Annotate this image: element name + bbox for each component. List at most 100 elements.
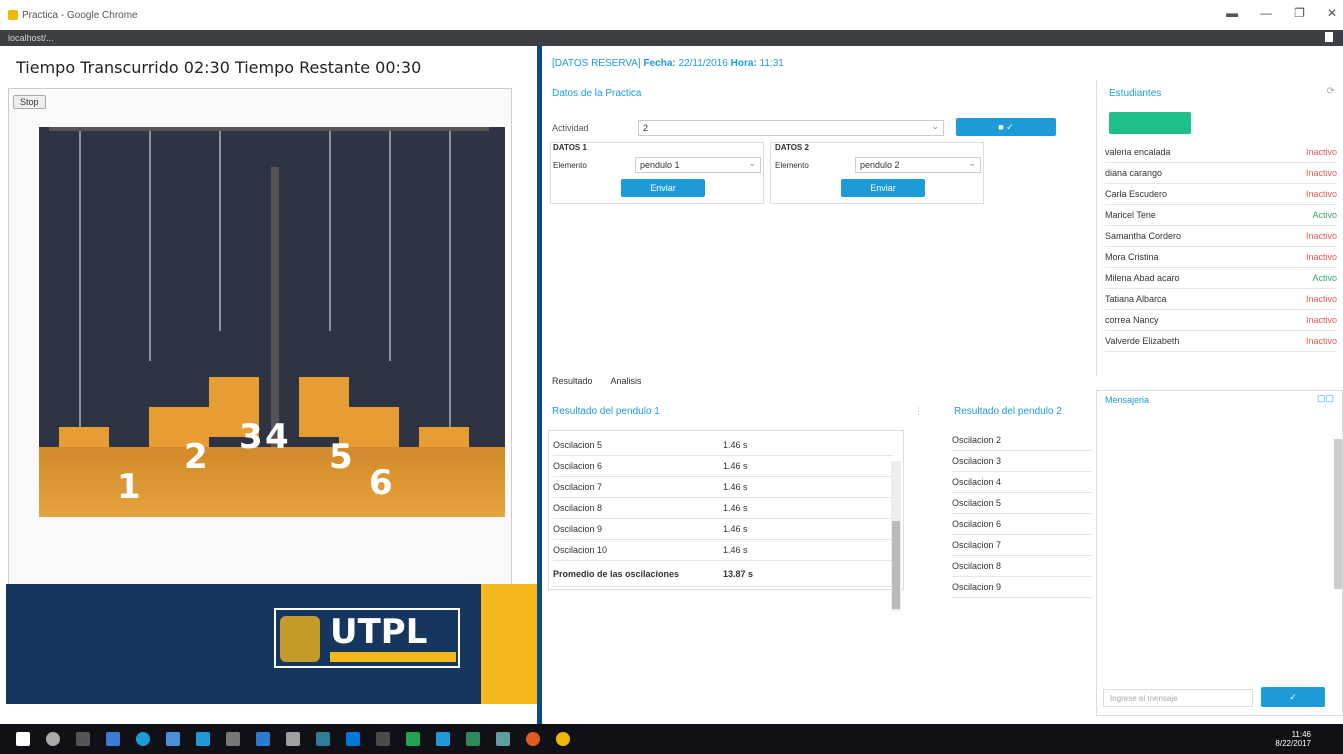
app-icon[interactable] — [136, 732, 150, 746]
chrome-icon[interactable] — [556, 732, 570, 746]
chrome-icon — [8, 10, 18, 20]
maximize-icon[interactable]: ❐ — [1294, 6, 1305, 20]
student-name: Valverde Elizabeth — [1105, 336, 1180, 346]
table-row: Oscilacion 3 — [952, 451, 1092, 472]
enviar1-button[interactable]: Enviar — [621, 179, 705, 197]
title-bar: Practica - Google Chrome ▬ — ❐ ✕ — [0, 0, 1343, 30]
address-bar[interactable]: localhost/... — [0, 30, 1343, 46]
student-row[interactable]: Milena Abad acaro Activo — [1105, 268, 1337, 289]
table-row: Oscilacion 8 — [952, 556, 1092, 577]
refresh-icon[interactable]: ⟳ — [1327, 86, 1335, 97]
menu-icon[interactable] — [1325, 32, 1333, 42]
table-row: Oscilacion 10 1.46 s — [553, 540, 893, 561]
oscillation-value: 1.46 s — [723, 461, 748, 471]
clock[interactable]: 11:46 8/22/2017 — [1275, 730, 1311, 748]
app-icon[interactable] — [106, 732, 120, 746]
add-student-button[interactable] — [1109, 112, 1191, 134]
datos2-box: DATOS 2 Elemento pendulo 2 Enviar — [770, 142, 984, 204]
student-row[interactable]: Valverde Elizabeth Inactivo — [1105, 331, 1337, 352]
chat-title: Mensajeria — [1105, 395, 1150, 405]
send-button[interactable]: ✓ — [1261, 687, 1325, 707]
student-row[interactable]: Samantha Cordero Inactivo — [1105, 226, 1337, 247]
hora-value: 11:31 — [759, 58, 784, 69]
results1-scrollbar[interactable] — [891, 461, 901, 611]
table-row: Oscilacion 5 — [952, 493, 1092, 514]
student-row[interactable]: Mora Cristina Inactivo — [1105, 247, 1337, 268]
app-icon[interactable] — [316, 732, 330, 746]
datos1-box: DATOS 1 Elemento pendulo 1 Enviar — [550, 142, 764, 204]
oscillation-label: Oscilacion 9 — [952, 582, 1002, 592]
student-row[interactable]: valeria encalada Inactivo — [1105, 142, 1337, 163]
minimize-icon[interactable]: — — [1260, 6, 1272, 20]
oscillation-value: 1.46 s — [723, 440, 748, 450]
student-status: Inactivo — [1305, 147, 1337, 157]
oscillation-label: Promedio de las oscilaciones — [553, 568, 680, 579]
stop-button[interactable]: Stop — [13, 95, 46, 109]
app-icon[interactable] — [466, 732, 480, 746]
oscillation-label: Oscilacion 5 — [553, 440, 603, 450]
table-row: Oscilacion 6 1.46 s — [553, 456, 893, 477]
elemento-label: Elemento — [775, 161, 809, 170]
pendulo1-select[interactable]: pendulo 1 — [635, 157, 761, 173]
confirm-button[interactable]: ■ ✓ — [956, 118, 1056, 136]
oscillation-label: Oscilacion 7 — [553, 482, 603, 492]
results1-table: Oscilacion 5 1.46 s Oscilacion 6 1.46 s Osci… — [548, 430, 904, 611]
app-icon[interactable] — [226, 732, 240, 746]
oscillation-value: 1.46 s — [723, 503, 748, 513]
app-icon[interactable] — [196, 732, 210, 746]
pendulo2-select[interactable]: pendulo 2 — [855, 157, 981, 173]
scrollbar-thumb[interactable] — [892, 521, 900, 609]
chat-scrollbar[interactable] — [1334, 439, 1342, 589]
oscillation-label: Oscilacion 8 — [553, 503, 603, 513]
app-icon[interactable] — [256, 732, 270, 746]
account-icon[interactable]: ▬ — [1226, 6, 1238, 20]
video-frame: Stop 1 2 3 4 5 6 — [8, 88, 512, 630]
enviar2-button[interactable]: Enviar — [841, 179, 925, 197]
results1-title: Resultado del pendulo 1 — [552, 406, 660, 417]
app-icon[interactable] — [376, 732, 390, 746]
firefox-icon[interactable] — [526, 732, 540, 746]
pendulum-string — [149, 131, 151, 361]
app-icon[interactable] — [346, 732, 360, 746]
table-row: Oscilacion 9 — [952, 577, 1092, 598]
app-icon[interactable] — [406, 732, 420, 746]
table-row: Oscilacion 7 — [952, 535, 1092, 556]
student-row[interactable]: correa Nancy Inactivo — [1105, 310, 1337, 331]
pendulo2-value: pendulo 2 — [860, 160, 900, 170]
practice-title: Datos de la Practica — [552, 88, 642, 99]
table-row: Promedio de las oscilaciones 13.87 s — [553, 561, 893, 587]
student-status: Inactivo — [1305, 168, 1337, 178]
pendulo1-value: pendulo 1 — [640, 160, 680, 170]
search-icon[interactable] — [46, 732, 60, 746]
tab-resultado[interactable]: Resultado — [552, 376, 593, 386]
student-status: Inactivo — [1305, 336, 1337, 346]
logo-subbar — [330, 652, 456, 662]
app-icon[interactable] — [496, 732, 510, 746]
control-panel: [DATOS RESERVA] Fecha: 22/11/2016 Hora: … — [542, 46, 1343, 724]
video-top-bar — [49, 127, 489, 131]
taskview-icon[interactable] — [76, 732, 90, 746]
actividad-select[interactable]: 2 — [638, 120, 944, 136]
app-icon[interactable] — [286, 732, 300, 746]
chat-input[interactable]: Ingrese el mensaje — [1103, 689, 1253, 707]
app-icon[interactable] — [436, 732, 450, 746]
student-row[interactable]: Maricel Tene Activo — [1105, 205, 1337, 226]
start-icon[interactable] — [16, 732, 30, 746]
student-status: Inactivo — [1305, 231, 1337, 241]
student-row[interactable]: Carla Escudero Inactivo — [1105, 184, 1337, 205]
actividad-value: 2 — [643, 123, 649, 133]
video-panel: Tiempo Transcurrido 02:30 Tiempo Restant… — [0, 46, 537, 724]
student-row[interactable]: diana carango Inactivo — [1105, 163, 1337, 184]
table-row: Oscilacion 8 1.46 s — [553, 498, 893, 519]
tab-analisis[interactable]: Analisis — [611, 376, 642, 386]
url-text[interactable]: localhost/... — [8, 33, 54, 43]
oscillation-value: 13.87 s — [723, 568, 754, 579]
student-name: Milena Abad acaro — [1105, 273, 1180, 283]
chat-window-icon[interactable]: ▢▢ — [1317, 393, 1334, 404]
app-icon[interactable] — [166, 732, 180, 746]
divider-handle[interactable]: ⋮ — [914, 406, 923, 417]
oscillation-label: Oscilacion 4 — [952, 477, 1002, 487]
close-icon[interactable]: ✕ — [1327, 6, 1337, 20]
oscillation-label: Oscilacion 10 — [553, 545, 608, 555]
student-row[interactable]: Tatiana Albarca Inactivo — [1105, 289, 1337, 310]
